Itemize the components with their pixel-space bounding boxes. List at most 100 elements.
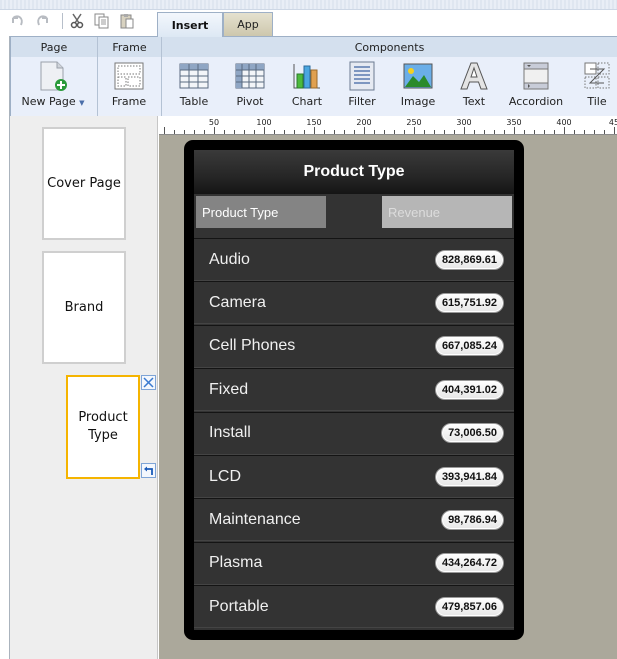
ruler-tick bbox=[404, 130, 405, 134]
scissors-icon[interactable] bbox=[68, 12, 86, 30]
redo-icon[interactable] bbox=[34, 12, 52, 30]
copy-icon[interactable] bbox=[93, 12, 111, 30]
ruler-tick bbox=[424, 130, 425, 134]
ruler-tick bbox=[274, 130, 275, 134]
ruler-label: 150 bbox=[306, 118, 322, 127]
value-badge: 828,869.61 bbox=[434, 249, 504, 270]
list-row[interactable]: Cell Phones 667,085.24 bbox=[194, 324, 514, 368]
return-page-button[interactable] bbox=[141, 463, 156, 478]
ruler-tick bbox=[224, 130, 225, 134]
ruler-tick bbox=[304, 130, 305, 134]
ruler-tick bbox=[344, 130, 345, 134]
undo-icon[interactable] bbox=[8, 12, 26, 30]
page-thumbnail-brand[interactable]: Brand bbox=[42, 251, 126, 364]
horizontal-ruler bbox=[159, 116, 617, 135]
ruler-label: 350 bbox=[506, 118, 522, 127]
page-thumbnail-cover-page[interactable]: Cover Page bbox=[42, 127, 126, 240]
value-badge: 98,786.94 bbox=[441, 509, 504, 530]
ruler-tick bbox=[204, 130, 205, 134]
ruler-tick bbox=[164, 127, 165, 134]
group-header-frame: Frame bbox=[98, 37, 161, 57]
tab-insert[interactable]: Insert bbox=[157, 12, 223, 37]
panel-title: Product Type bbox=[194, 150, 514, 194]
ruler-label: 400 bbox=[556, 118, 572, 127]
column-header-product-type[interactable]: Product Type bbox=[196, 196, 326, 228]
image-button[interactable]: Image bbox=[398, 60, 438, 112]
value-badge: 404,391.02 bbox=[434, 379, 504, 400]
delete-page-button[interactable] bbox=[141, 375, 156, 390]
ruler-tick bbox=[534, 130, 535, 134]
ruler-tick bbox=[584, 130, 585, 134]
text-button[interactable]: Text bbox=[454, 60, 494, 112]
row-label: Fixed bbox=[209, 380, 249, 398]
chart-icon bbox=[291, 60, 323, 92]
tile-label: Tile bbox=[587, 95, 607, 108]
ruler-tick bbox=[234, 130, 235, 134]
window-top-strip bbox=[0, 0, 617, 10]
ruler-tick bbox=[374, 130, 375, 134]
filter-button[interactable]: Filter bbox=[342, 60, 382, 112]
list-row[interactable]: Audio 828,869.61 bbox=[194, 238, 514, 281]
ruler-tick bbox=[514, 127, 515, 134]
list-row[interactable]: LCD 393,941.84 bbox=[194, 455, 514, 498]
text-label: Text bbox=[462, 95, 486, 108]
page-thumbnail-label: Product Type bbox=[78, 410, 128, 443]
table-label: Table bbox=[179, 95, 209, 108]
tab-app[interactable]: App bbox=[223, 12, 273, 36]
table-button[interactable]: Table bbox=[174, 60, 214, 112]
ruler-label: 45 bbox=[608, 118, 617, 127]
group-header-page: Page bbox=[11, 37, 97, 57]
column-header-revenue[interactable]: Revenue bbox=[382, 196, 512, 228]
pivot-button[interactable]: Pivot bbox=[230, 60, 270, 112]
ruler-tick bbox=[434, 130, 435, 134]
ruler-tick bbox=[604, 130, 605, 134]
page-thumbnail-label: Brand bbox=[64, 300, 104, 315]
list-row[interactable]: Fixed 404,391.02 bbox=[194, 368, 514, 412]
list-row[interactable]: Camera 615,751.92 bbox=[194, 281, 514, 325]
chart-button[interactable]: Chart bbox=[287, 60, 327, 112]
chart-label: Chart bbox=[291, 95, 323, 108]
value-badge: 434,264.72 bbox=[434, 553, 504, 574]
paste-icon[interactable] bbox=[118, 12, 136, 30]
frame-icon bbox=[113, 60, 145, 92]
ruler-tick bbox=[594, 130, 595, 134]
ruler-tick bbox=[334, 130, 335, 134]
value-badge: 667,085.24 bbox=[434, 336, 504, 357]
row-label: Camera bbox=[209, 293, 266, 311]
new-page-button[interactable]: New Page ▼ bbox=[18, 60, 88, 112]
list-row[interactable]: Plasma 434,264.72 bbox=[194, 541, 514, 585]
ruler-tick bbox=[264, 127, 265, 134]
table-icon bbox=[178, 60, 210, 92]
new-page-icon bbox=[37, 60, 69, 92]
ruler-tick bbox=[444, 130, 445, 134]
row-label: LCD bbox=[209, 467, 242, 485]
page-thumbnail-product-type[interactable]: Product Type bbox=[66, 375, 140, 479]
text-icon bbox=[458, 60, 490, 92]
ruler-tick bbox=[474, 130, 475, 134]
ruler-tick bbox=[524, 130, 525, 134]
filter-label: Filter bbox=[348, 95, 376, 108]
left-window-edge bbox=[0, 36, 10, 659]
value-badge: 479,857.06 bbox=[434, 596, 504, 617]
ruler-tick bbox=[184, 130, 185, 134]
value-badge: 73,006.50 bbox=[441, 423, 504, 444]
accordion-button[interactable]: Accordion bbox=[508, 60, 564, 112]
group-divider bbox=[161, 37, 162, 116]
frame-button[interactable]: Frame bbox=[108, 60, 150, 112]
image-label: Image bbox=[400, 95, 436, 108]
dropdown-arrow-icon[interactable]: ▼ bbox=[79, 99, 84, 107]
ruler-tick bbox=[384, 130, 385, 134]
close-icon bbox=[143, 377, 154, 388]
ruler-tick bbox=[544, 130, 545, 134]
page-thumbnail-label: Cover Page bbox=[47, 176, 121, 191]
list-row[interactable]: Maintenance 98,786.94 bbox=[194, 498, 514, 542]
list-row[interactable]: Portable 479,857.06 bbox=[194, 585, 514, 629]
return-arrow-icon bbox=[144, 466, 153, 475]
row-label: Portable bbox=[209, 597, 269, 615]
ruler-label: 300 bbox=[456, 118, 472, 127]
accordion-label: Accordion bbox=[508, 95, 564, 108]
list-row[interactable]: Install 73,006.50 bbox=[194, 411, 514, 455]
ruler-tick bbox=[284, 130, 285, 134]
tile-button[interactable]: Tile bbox=[580, 60, 614, 112]
ruler-tick bbox=[554, 130, 555, 134]
